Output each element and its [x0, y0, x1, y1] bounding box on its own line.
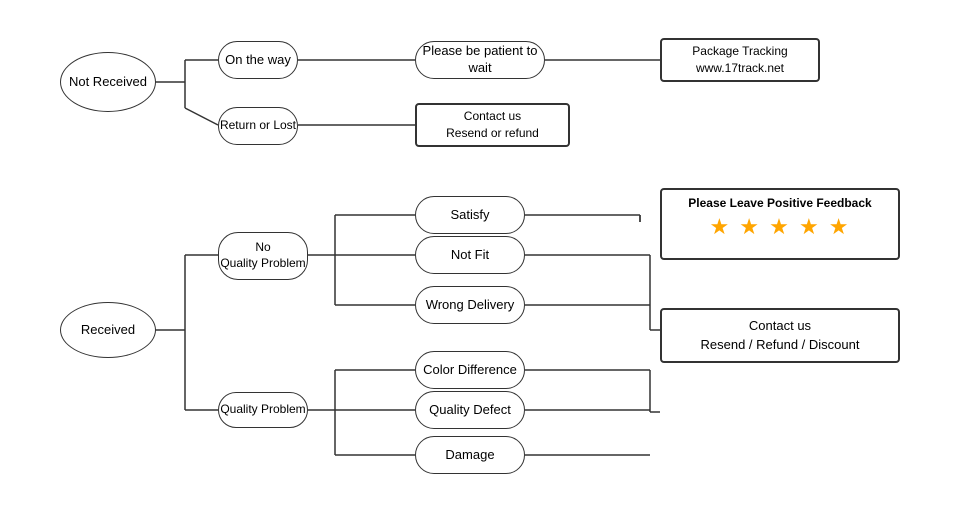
satisfy-node: Satisfy [415, 196, 525, 234]
not-fit-node: Not Fit [415, 236, 525, 274]
diagram: Not Received On the way Please be patien… [0, 0, 960, 513]
color-diff-node: Color Difference [415, 351, 525, 389]
quality-defect-node: Quality Defect [415, 391, 525, 429]
patient-node: Please be patient to wait [415, 41, 545, 79]
feedback-title: Please Leave Positive Feedback [670, 196, 890, 210]
package-tracking-node: Package Trackingwww.17track.net [660, 38, 820, 82]
stars-display: ★ ★ ★ ★ ★ [670, 214, 890, 240]
damage-node: Damage [415, 436, 525, 474]
contact-discount-box: Contact usResend / Refund / Discount [660, 308, 900, 363]
no-quality-node: NoQuality Problem [218, 232, 308, 280]
wrong-delivery-node: Wrong Delivery [415, 286, 525, 324]
contact-resend-refund-node: Contact usResend or refund [415, 103, 570, 147]
return-lost-node: Return or Lost [218, 107, 298, 145]
not-received-node: Not Received [60, 52, 156, 112]
quality-problem-node: Quality Problem [218, 392, 308, 428]
feedback-box: Please Leave Positive Feedback ★ ★ ★ ★ ★ [660, 188, 900, 260]
received-node: Received [60, 302, 156, 358]
on-the-way-node: On the way [218, 41, 298, 79]
contact-discount-label: Contact usResend / Refund / Discount [701, 317, 860, 353]
